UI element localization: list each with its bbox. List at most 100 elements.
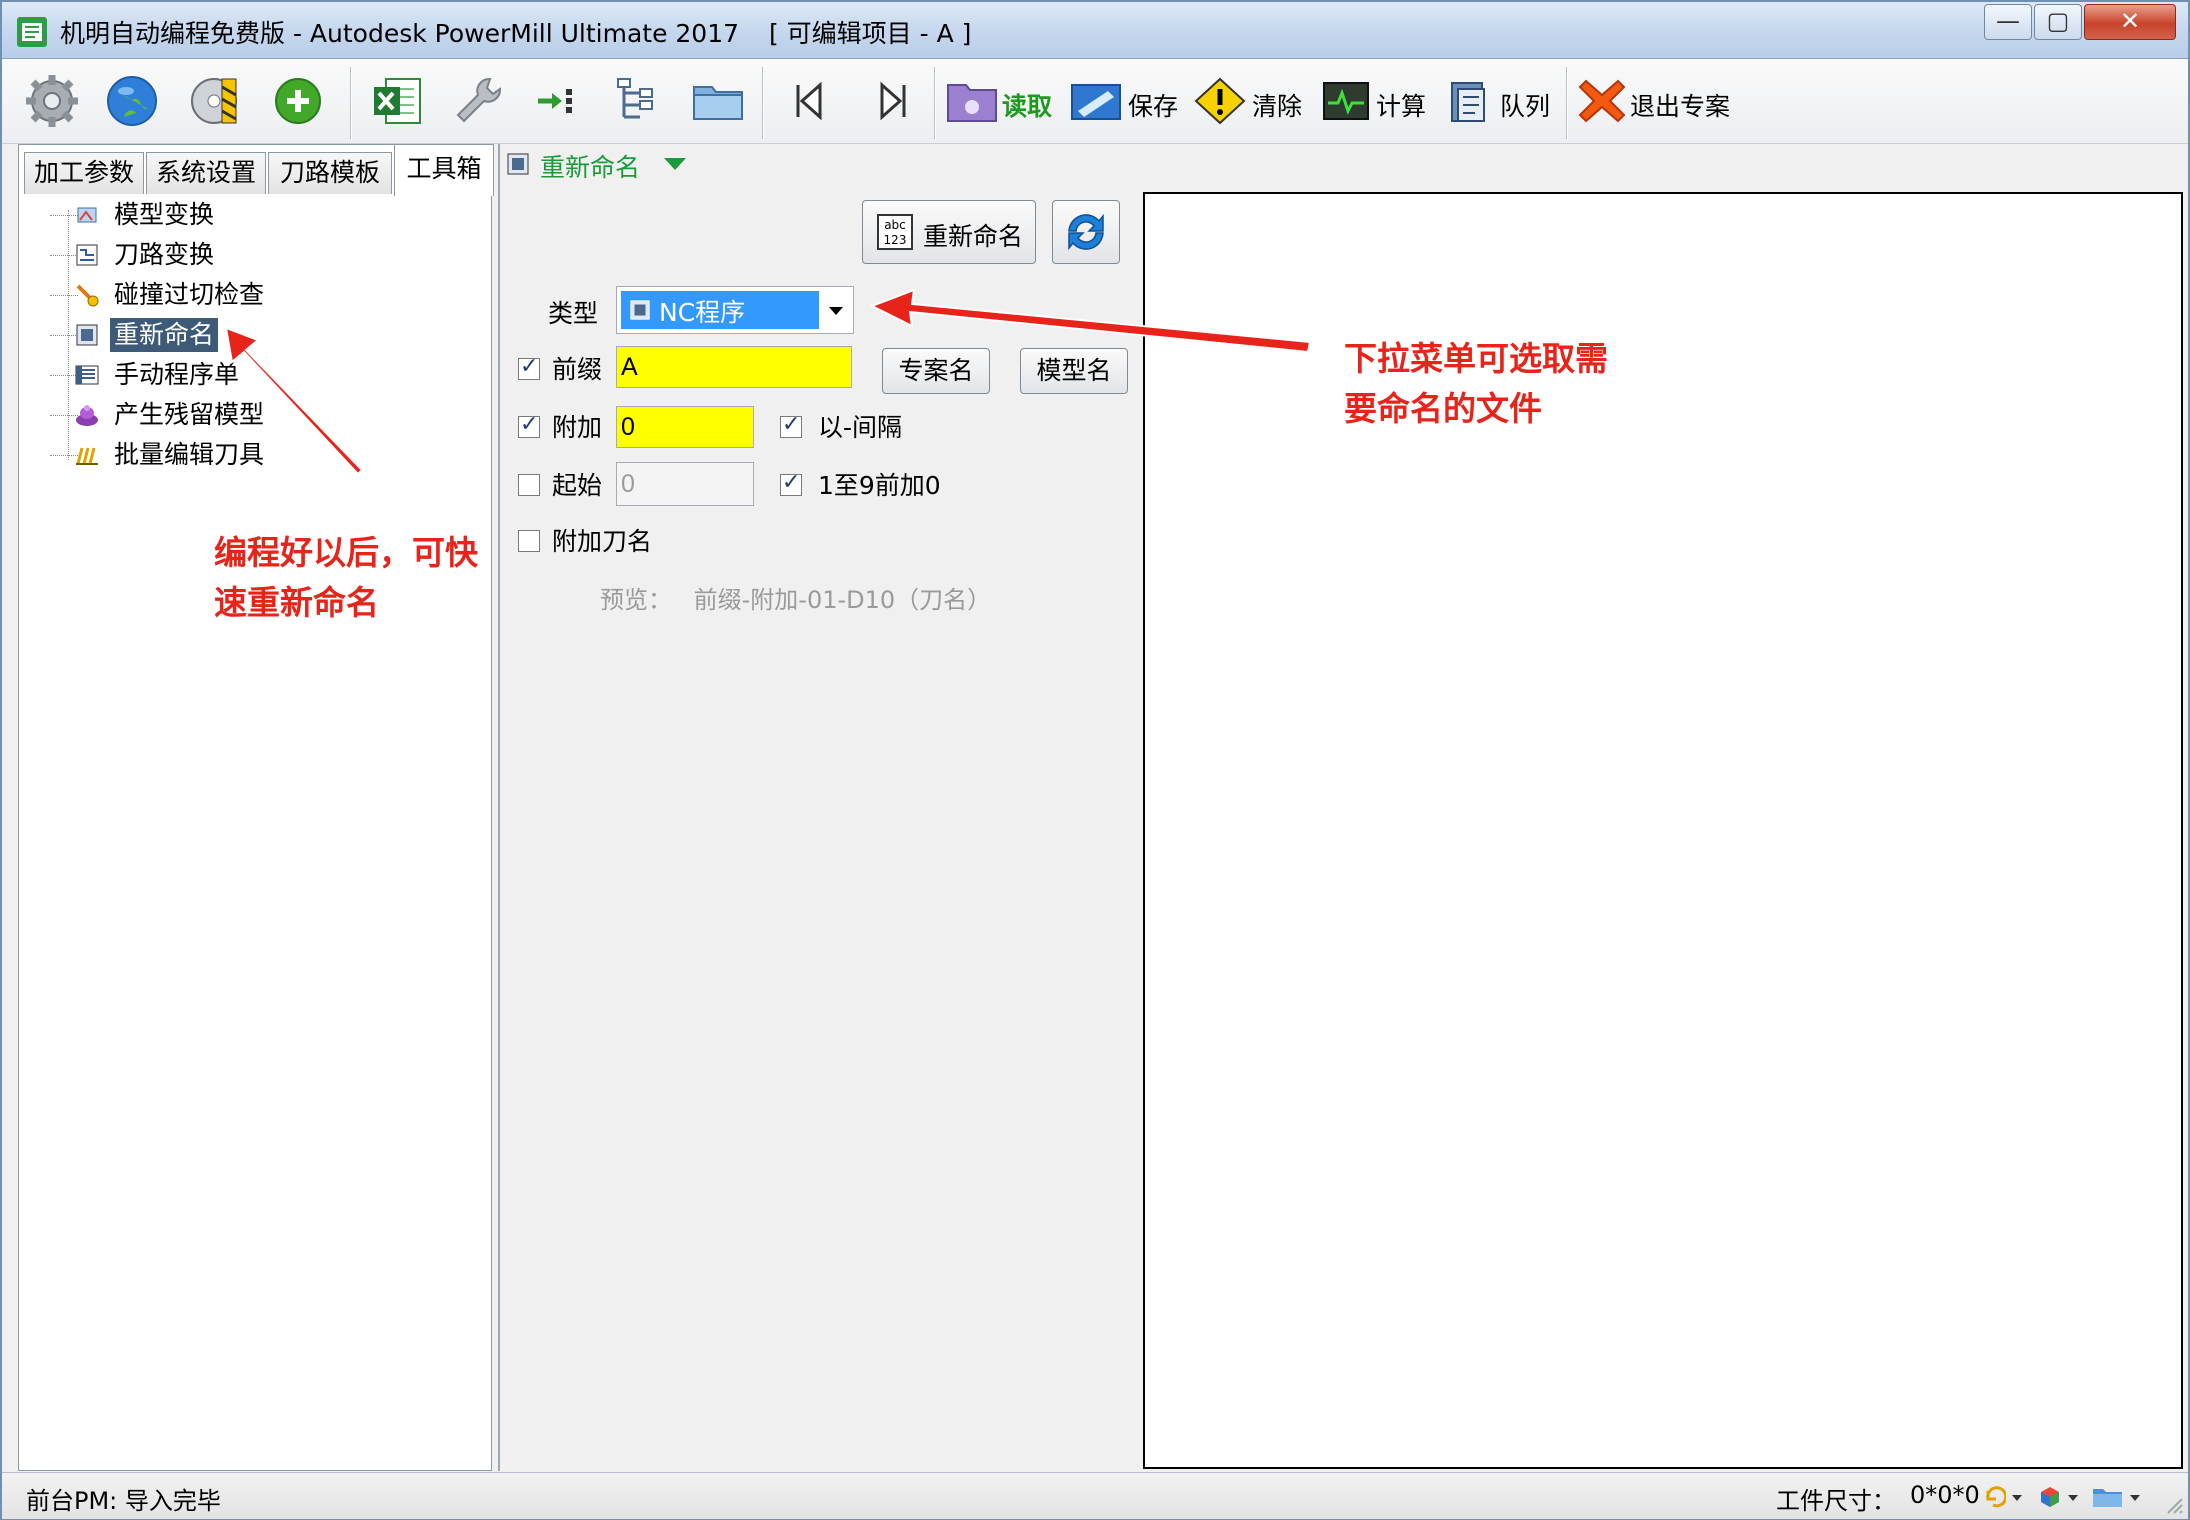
nc-program-icon bbox=[630, 300, 650, 320]
tab-system-settings[interactable]: 系统设置 bbox=[146, 152, 266, 194]
type-label: 类型 bbox=[548, 299, 599, 328]
annotation-left: 编程好以后，可快 速重新命名 bbox=[214, 528, 478, 628]
folder-icon[interactable] bbox=[690, 73, 746, 129]
prefix-input[interactable] bbox=[616, 346, 852, 388]
prefix-label: 前缀 bbox=[552, 355, 603, 384]
clear-label: 清除 bbox=[1252, 92, 1303, 121]
calculate-button[interactable]: 计算 bbox=[1320, 73, 1430, 129]
start-label: 起始 bbox=[552, 471, 603, 500]
svg-text:123: 123 bbox=[884, 233, 907, 247]
first-icon[interactable] bbox=[780, 73, 836, 129]
batch-tool-icon bbox=[76, 447, 98, 465]
annotation-left-line1: 编程好以后，可快 bbox=[214, 533, 478, 572]
preview-label: 预览： bbox=[600, 586, 672, 614]
annotation-right: 下拉菜单可选取需 要命名的文件 bbox=[1344, 334, 1608, 434]
refresh-button[interactable] bbox=[1052, 200, 1120, 264]
minimize-button[interactable]: — bbox=[1984, 4, 2032, 40]
status-text: 前台PM: 导入完毕 bbox=[26, 1487, 221, 1515]
open-folder-icon[interactable] bbox=[2092, 1485, 2124, 1509]
append-checkbox[interactable] bbox=[518, 412, 540, 438]
globe-icon[interactable] bbox=[104, 73, 160, 129]
tree-item-label: 批量编辑刀具 bbox=[114, 440, 265, 469]
dash-separator-checkbox[interactable] bbox=[780, 412, 802, 438]
project-name-button[interactable]: 专案名 bbox=[882, 348, 990, 394]
window-title-text: 机明自动编程免费版 - Autodesk PowerMill Ultimate … bbox=[60, 19, 740, 48]
calculate-label: 计算 bbox=[1376, 92, 1427, 121]
read-label: 读取 bbox=[1002, 92, 1053, 121]
append-input[interactable] bbox=[616, 406, 754, 448]
excel-icon[interactable] bbox=[370, 73, 426, 129]
prefix-checkbox[interactable] bbox=[518, 354, 540, 380]
rename-button-label: 重新命名 bbox=[923, 222, 1024, 251]
queue-label: 队列 bbox=[1500, 92, 1551, 121]
close-icon: ✕ bbox=[2119, 7, 2141, 35]
wrench-icon[interactable] bbox=[450, 73, 506, 129]
dash-separator-label: 以-间隔 bbox=[818, 413, 903, 442]
main-toolbar: 读取 保存 清除 计算 队列 退出专案 bbox=[2, 59, 2188, 144]
close-button[interactable]: ✕ bbox=[2084, 4, 2176, 40]
abc123-icon: abc 123 bbox=[877, 214, 913, 250]
exit-label: 退出专案 bbox=[1630, 92, 1731, 121]
exit-project-button[interactable]: 退出专案 bbox=[1578, 73, 1738, 129]
calculate-icon bbox=[1323, 82, 1369, 120]
panel-header-label: 重新命名 bbox=[540, 153, 641, 182]
tree-icon[interactable] bbox=[608, 73, 664, 129]
annotation-right-line2: 要命名的文件 bbox=[1344, 389, 1542, 428]
chevron-down-icon bbox=[664, 158, 686, 170]
resize-grip-icon[interactable] bbox=[2162, 1493, 2184, 1515]
view-dropdown-icon[interactable] bbox=[2068, 1495, 2078, 1501]
type-select-value-box: NC程序 bbox=[621, 291, 819, 329]
toolbar-separator bbox=[1566, 67, 1567, 139]
preview-area bbox=[1143, 192, 2183, 1469]
maximize-button[interactable]: ▢ bbox=[2034, 4, 2082, 40]
annotation-right-line1: 下拉菜单可选取需 bbox=[1344, 339, 1608, 378]
add-icon[interactable] bbox=[270, 73, 326, 129]
folder-dropdown-icon[interactable] bbox=[2130, 1495, 2140, 1501]
collision-check-icon bbox=[76, 284, 99, 307]
preview-value: 前缀-附加-01-D10（刀名） bbox=[693, 586, 992, 614]
tab-machining-params[interactable]: 加工参数 bbox=[24, 152, 144, 194]
status-bar: 前台PM: 导入完毕 工件尺寸： 0*0*0 bbox=[2, 1472, 2188, 1519]
dropdown-arrow-icon bbox=[829, 307, 843, 315]
start-input[interactable] bbox=[616, 462, 754, 506]
window-project: [ 可编辑项目 - A ] bbox=[768, 19, 972, 48]
title-bar: 机明自动编程免费版 - Autodesk PowerMill Ultimate … bbox=[2, 2, 2188, 59]
rename-button[interactable]: abc 123 重新命名 bbox=[862, 200, 1036, 264]
read-button[interactable]: 读取 bbox=[946, 73, 1056, 129]
rename-panel bbox=[500, 144, 1136, 1471]
tree-item-label: 重新命名 bbox=[110, 318, 219, 352]
tree-item-label: 刀路变换 bbox=[114, 240, 215, 269]
save-button[interactable]: 保存 bbox=[1070, 73, 1180, 129]
annotation-left-line2: 速重新命名 bbox=[214, 583, 379, 622]
gear-icon[interactable] bbox=[24, 73, 80, 129]
type-select-value: NC程序 bbox=[659, 298, 746, 327]
tree-item-label: 手动程序单 bbox=[114, 360, 240, 389]
minimize-icon: — bbox=[1996, 7, 2020, 35]
workpiece-size-label: 工件尺寸： bbox=[1776, 1487, 1896, 1515]
rename-icon bbox=[507, 153, 529, 175]
save-label: 保存 bbox=[1128, 92, 1179, 121]
append-tool-name-checkbox[interactable] bbox=[518, 530, 540, 552]
pad-zero-checkbox[interactable] bbox=[780, 470, 802, 496]
tab-toolpath-template[interactable]: 刀路模板 bbox=[268, 152, 392, 194]
type-select[interactable]: NC程序 bbox=[616, 286, 854, 334]
import-icon[interactable] bbox=[528, 73, 584, 129]
queue-icon bbox=[1451, 82, 1485, 122]
exit-icon bbox=[1578, 79, 1626, 123]
tab-toolbox[interactable]: 工具箱 bbox=[394, 144, 494, 196]
clear-button[interactable]: 清除 bbox=[1194, 73, 1304, 129]
start-checkbox[interactable] bbox=[518, 474, 540, 496]
warning-icon bbox=[1194, 77, 1246, 125]
toolbar-separator bbox=[934, 67, 935, 139]
last-icon[interactable] bbox=[866, 73, 922, 129]
undo-icon[interactable] bbox=[1982, 1485, 2006, 1509]
undo-dropdown-icon[interactable] bbox=[2012, 1495, 2022, 1501]
disk-icon[interactable] bbox=[188, 73, 244, 129]
workpiece-size-value: 0*0*0 bbox=[1910, 1481, 1980, 1509]
append-tool-name-label: 附加刀名 bbox=[552, 527, 653, 556]
queue-button[interactable]: 队列 bbox=[1444, 73, 1554, 129]
rename-icon bbox=[76, 324, 98, 346]
tree-item-label: 产生残留模型 bbox=[114, 400, 265, 429]
model-name-button[interactable]: 模型名 bbox=[1020, 348, 1128, 394]
view-cube-icon[interactable] bbox=[2038, 1485, 2062, 1509]
